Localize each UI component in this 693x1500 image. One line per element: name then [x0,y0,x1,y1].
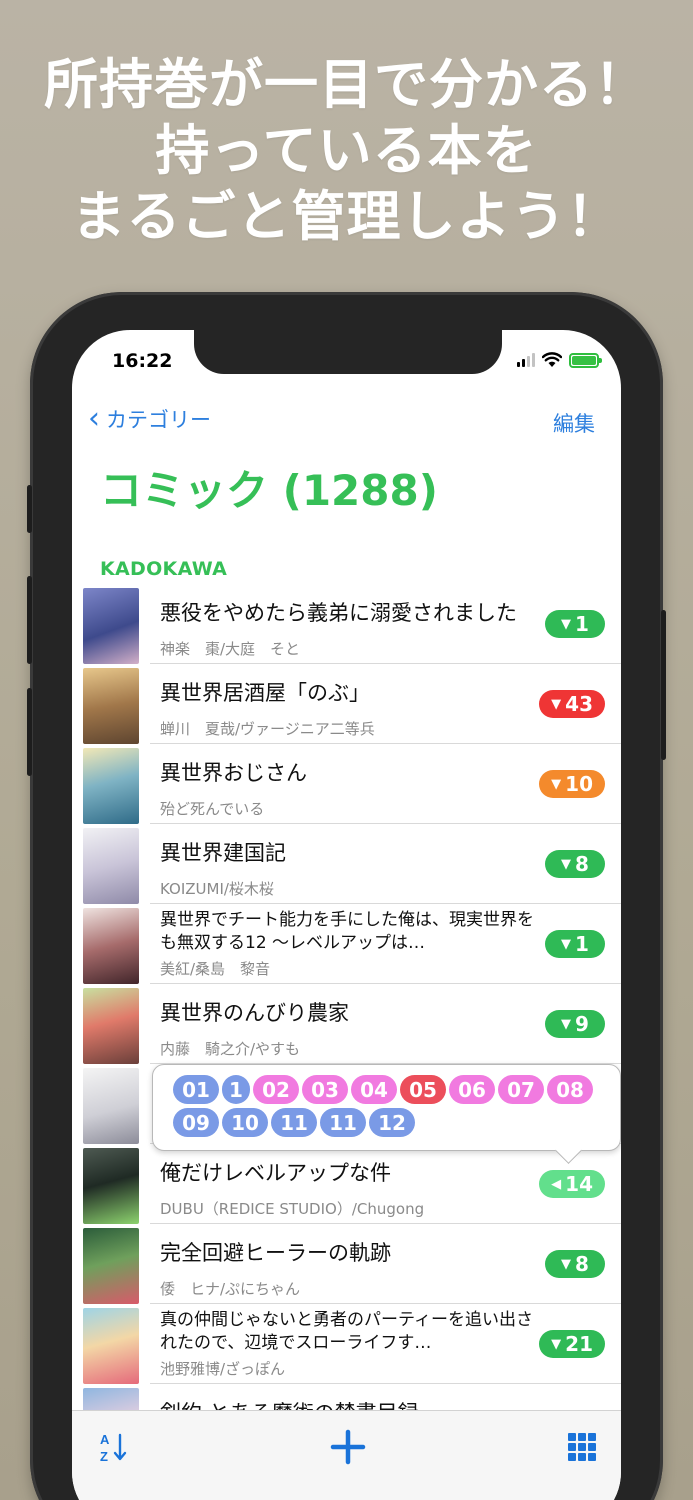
table-row[interactable]: 完全回避ヒーラーの軌跡 倭 ヒナ/ぷにちゃん ▼ 8 [72,1224,621,1304]
promo-headline: 所持巻が一目で分かる！ 持っている本を まるごと管理しよう！ [0,52,693,250]
chevron-left-icon: ‹ [88,401,100,436]
phone-screen: 16:22 ‹ カテゴリー 編集 コミック (1288) KADOKAWA 悪役… [72,330,621,1500]
volume-chip[interactable]: 11 [320,1108,366,1137]
volume-badge[interactable]: ▼ 43 [539,690,605,718]
edit-button[interactable]: 編集 [553,408,595,438]
volume-chip[interactable]: 09 [173,1108,219,1137]
volume-badge[interactable]: ▼ 8 [545,850,605,878]
table-row[interactable]: 異世界でチート能力を手にした俺は、現実世界をも無双する12 〜レベルアップは… … [72,904,621,984]
wifi-icon [542,352,562,367]
book-cover [83,588,139,664]
volume-up-button [27,576,32,664]
book-author: 倭 ヒナ/ぷにちゃん [160,1280,301,1298]
status-time: 16:22 [112,350,173,372]
book-cover [83,1148,139,1224]
back-button[interactable]: ‹ カテゴリー [88,404,211,434]
volume-down-button [27,688,32,776]
book-title: 異世界でチート能力を手にした俺は、現実世界をも無双する12 〜レベルアップは… [160,910,534,953]
book-cover [83,748,139,824]
table-row[interactable]: 俺だけレベルアップな件 DUBU（REDICE STUDIO）/Chugong … [72,1144,621,1224]
battery-icon [569,352,602,368]
book-title: 俺だけレベルアップな件 [160,1161,391,1185]
volume-badge[interactable]: ▼ 1 [545,930,605,958]
mute-switch [27,485,32,533]
volume-chip[interactable]: 12 [369,1108,415,1137]
book-author: 神楽 棗/大庭 そと [160,640,301,658]
volume-chip[interactable]: 01 [173,1075,219,1104]
book-cover [83,1308,139,1384]
volume-badge[interactable]: ◀ 14 [539,1170,605,1198]
volume-chip[interactable]: 02 [253,1075,299,1104]
volume-chip[interactable]: 11 [271,1108,317,1137]
cellular-signal-icon [517,353,535,367]
plus-icon[interactable] [330,1429,366,1465]
volume-chip[interactable]: 03 [302,1075,348,1104]
book-author: 内藤 騎之介/やすも [160,1040,301,1058]
volume-badge[interactable]: ▼ 9 [545,1010,605,1038]
table-row[interactable]: 悪役をやめたら義弟に溺愛されました 神楽 棗/大庭 そと ▼ 1 [72,584,621,664]
volume-chip[interactable]: 05 [400,1075,446,1104]
section-header: KADOKAWA [100,558,228,580]
status-icons [517,352,602,368]
volume-chip[interactable]: 10 [222,1108,268,1137]
bottom-toolbar: A Z [72,1410,621,1500]
svg-text:Z: Z [100,1449,108,1463]
power-button [661,610,666,760]
table-row[interactable]: 異世界建国記 KOIZUMI/桜木桜 ▼ 8 [72,824,621,904]
table-row[interactable]: 異世界おじさん 殆ど死んでいる ▼ 10 [72,744,621,824]
book-cover [83,908,139,984]
volume-chip[interactable]: 06 [449,1075,495,1104]
volume-badge[interactable]: ▼ 1 [545,610,605,638]
grid-icon[interactable] [568,1433,596,1461]
back-label: カテゴリー [106,408,211,432]
book-title: 異世界おじさん [160,761,307,785]
table-row[interactable]: 異世界居酒屋「のぶ」 蝉川 夏哉/ヴァージニア二等兵 ▼ 43 [72,664,621,744]
sort-az-icon[interactable]: A Z [98,1431,130,1463]
notch [194,330,502,374]
volume-popup: 01 1 02 03 04 05 06 07 08 09 10 11 11 12 [152,1064,621,1151]
page-title: コミック (1288) [100,466,438,515]
book-author: 蝉川 夏哉/ヴァージニア二等兵 [160,720,375,738]
book-list: 悪役をやめたら義弟に溺愛されました 神楽 棗/大庭 そと ▼ 1 異世界居酒屋「の… [72,584,621,1464]
volume-chip[interactable]: 04 [351,1075,397,1104]
book-title: 異世界のんびり農家 [160,1001,349,1025]
book-cover [83,988,139,1064]
book-author: 美紅/桑島 黎音 [160,960,271,978]
volume-chip[interactable]: 08 [547,1075,593,1104]
volume-badge[interactable]: ▼ 21 [539,1330,605,1358]
headline-line-1: 所持巻が一目で分かる！ [44,53,649,116]
book-author: 池野雅博/ざっぽん [160,1360,286,1378]
book-title: 異世界建国記 [160,841,286,865]
volume-chip[interactable]: 07 [498,1075,544,1104]
book-author: DUBU（REDICE STUDIO）/Chugong [160,1200,425,1218]
book-title: 悪役をやめたら義弟に溺愛されました [160,601,517,625]
book-cover [83,1228,139,1304]
book-author: KOIZUMI/桜木桜 [160,880,274,898]
book-cover [83,828,139,904]
book-title: 異世界居酒屋「のぶ」 [160,681,370,705]
book-cover [83,668,139,744]
book-cover [83,1068,139,1144]
table-row[interactable]: 異世界のんびり農家 内藤 騎之介/やすも ▼ 9 [72,984,621,1064]
volume-badge[interactable]: ▼ 10 [539,770,605,798]
volume-badge[interactable]: ▼ 8 [545,1250,605,1278]
book-author: 殆ど死んでいる [160,800,265,818]
table-row[interactable]: 真の仲間じゃないと勇者のパーティーを追い出されたので、辺境でスローライフす… 池… [72,1304,621,1384]
book-title: 完全回避ヒーラーの軌跡 [160,1241,391,1265]
headline-line-2: 持っている本を [155,119,538,182]
svg-text:A: A [100,1432,110,1447]
volume-chip[interactable]: 1 [222,1075,250,1104]
headline-line-3: まるごと管理しよう！ [71,185,622,248]
book-title: 真の仲間じゃないと勇者のパーティーを追い出されたので、辺境でスローライフす… [160,1310,533,1353]
